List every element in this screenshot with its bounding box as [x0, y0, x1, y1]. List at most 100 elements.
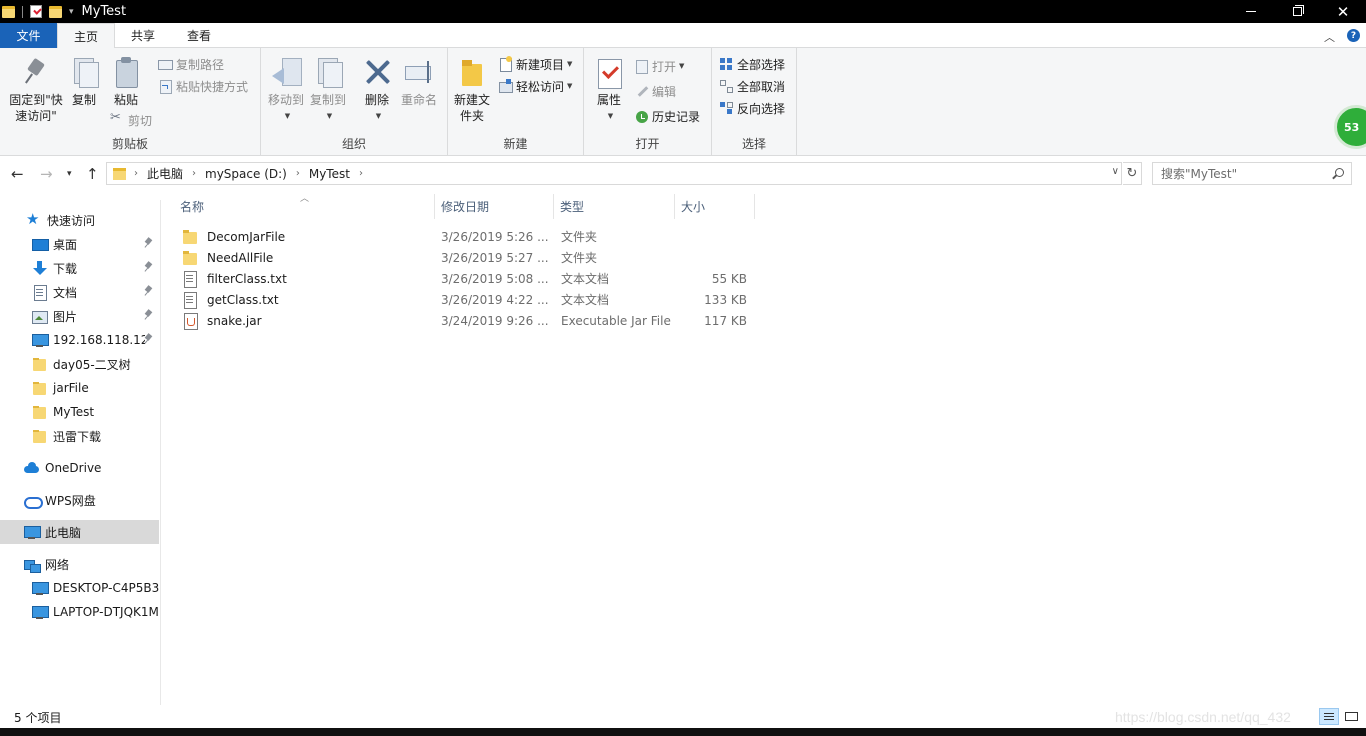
copy-to-button[interactable]: 复制到 ▼: [308, 56, 348, 124]
collapse-ribbon-chevron-icon[interactable]: ︿: [1324, 29, 1335, 45]
table-row[interactable]: getClass.txt 3/26/2019 4:22 ... 文本文档 133…: [176, 289, 756, 310]
nav-quick-access[interactable]: 快速访问: [0, 208, 159, 232]
paste-label: 粘贴: [113, 93, 138, 107]
breadcrumb-separator-icon[interactable]: ›: [134, 168, 138, 179]
breadcrumb-separator-icon[interactable]: ›: [192, 168, 196, 179]
copy-path-icon: [158, 57, 173, 71]
refresh-button[interactable]: ↻: [1123, 162, 1142, 185]
details-view-icon[interactable]: [1319, 708, 1339, 725]
breadcrumb-separator-icon[interactable]: ›: [359, 168, 363, 179]
table-row[interactable]: NeedAllFile 3/26/2019 5:27 ... 文件夹: [176, 247, 756, 268]
properties-icon: [593, 56, 625, 89]
nav-this-pc[interactable]: 此电脑: [0, 520, 159, 544]
tab-file[interactable]: 文件: [0, 23, 57, 48]
select-none-button[interactable]: 全部取消: [719, 76, 785, 96]
table-row[interactable]: filterClass.txt 3/26/2019 5:08 ... 文本文档 …: [176, 268, 756, 289]
breadcrumb-this-pc[interactable]: 此电脑: [147, 165, 183, 182]
nav-item-pictures[interactable]: 图片: [0, 304, 159, 328]
copy-button[interactable]: 复制: [68, 56, 100, 108]
cut-button[interactable]: 剪切: [110, 110, 152, 130]
column-header-name[interactable]: 名称: [174, 194, 435, 219]
nav-item-jarfile[interactable]: jarFile: [0, 376, 159, 400]
select-all-button[interactable]: 全部选择: [719, 54, 785, 74]
column-header-label: 类型: [560, 200, 585, 214]
new-folder-icon[interactable]: [49, 5, 63, 19]
history-button[interactable]: 历史记录: [634, 106, 700, 126]
move-to-button[interactable]: 移动到 ▼: [266, 56, 306, 124]
help-icon[interactable]: ?: [1347, 29, 1360, 42]
delete-label: 删除: [364, 93, 389, 107]
forward-arrow-icon[interactable]: →: [40, 165, 53, 183]
delete-button[interactable]: 删除 ▼: [361, 56, 393, 124]
new-item-button[interactable]: 新建项目 ▼: [498, 54, 572, 74]
edit-button[interactable]: 编辑: [634, 81, 676, 101]
nav-network[interactable]: 网络: [0, 552, 159, 576]
paste-shortcut-button[interactable]: 粘贴快捷方式: [158, 76, 248, 96]
nav-wps[interactable]: WPS网盘: [0, 488, 159, 512]
customize-toolbar-chevron-icon[interactable]: ▾: [69, 7, 74, 17]
cloud-icon: [24, 461, 39, 476]
column-header-type[interactable]: 类型: [554, 194, 675, 219]
chevron-down-icon: ▼: [284, 112, 291, 120]
paste-button[interactable]: 粘贴: [110, 56, 142, 108]
file-explorer-window: ▾ MyTest ✕ 文件 主页 共享 查看 ︿ ? 固定到"快速访问" 复制: [0, 0, 1366, 736]
table-row[interactable]: snake.jar 3/24/2019 9:26 ... Executable …: [176, 310, 756, 331]
computer-icon: [32, 605, 49, 620]
floating-badge[interactable]: 53: [1334, 105, 1366, 149]
nav-network-laptop[interactable]: LAPTOP-DTJQK1M: [0, 600, 159, 624]
nav-item-day05[interactable]: day05-二叉树: [0, 352, 159, 376]
close-button[interactable]: ✕: [1320, 0, 1366, 23]
chevron-down-icon: ▼: [375, 112, 382, 120]
tab-share[interactable]: 共享: [115, 23, 171, 48]
file-type: 文本文档: [561, 272, 610, 286]
invert-selection-button[interactable]: 反向选择: [719, 98, 785, 118]
back-arrow-icon[interactable]: ←: [11, 165, 24, 183]
ribbon-controls: ︿ ?: [1324, 29, 1360, 45]
file-type: 文本文档: [561, 293, 610, 307]
copy-path-button[interactable]: 复制路径: [158, 54, 224, 74]
copy-icon: [68, 56, 100, 88]
large-icons-view-icon[interactable]: [1341, 708, 1361, 725]
column-header-date[interactable]: 修改日期: [435, 194, 554, 219]
group-organize: 移动到 ▼ 复制到 ▼ 删除 ▼ 重命名 组织: [261, 48, 448, 156]
pin-quick-access-button[interactable]: 固定到"快速访问": [4, 56, 68, 124]
copy-path-label: 复制路径: [176, 57, 225, 72]
desktop-icon: [32, 237, 49, 252]
nav-onedrive[interactable]: OneDrive: [0, 456, 159, 480]
properties-button[interactable]: 属性 ▼: [592, 56, 626, 124]
breadcrumb-mytest[interactable]: MyTest: [309, 167, 350, 181]
search-input[interactable]: 搜索"MyTest": [1152, 162, 1352, 185]
nav-network-desktop[interactable]: DESKTOP-C4P5B3I: [0, 576, 159, 600]
breadcrumb-separator-icon[interactable]: ›: [296, 168, 300, 179]
minimize-button[interactable]: [1228, 0, 1274, 23]
breadcrumb-drive-d[interactable]: mySpace (D:): [205, 167, 287, 181]
nav-item-mytest[interactable]: MyTest: [0, 400, 159, 424]
column-header-size[interactable]: 大小: [675, 194, 755, 219]
recent-locations-chevron-icon[interactable]: ▾: [67, 169, 72, 179]
tab-view[interactable]: 查看: [171, 23, 227, 48]
tab-home[interactable]: 主页: [57, 23, 116, 49]
new-folder-button[interactable]: 新建文件夹: [452, 56, 492, 124]
ribbon-tabs: 文件 主页 共享 查看: [0, 23, 1366, 49]
chevron-down-icon: ▼: [567, 82, 573, 90]
table-row[interactable]: DecomJarFile 3/26/2019 5:26 ... 文件夹: [176, 226, 756, 247]
address-dropdown-chevron-icon[interactable]: ∨: [1112, 166, 1119, 177]
file-date: 3/26/2019 5:26 ...: [441, 229, 549, 244]
file-size: 55 KB: [711, 271, 747, 286]
nav-item-label: 桌面: [53, 237, 78, 252]
computer-icon: [24, 525, 41, 540]
open-button[interactable]: 打开 ▼: [634, 56, 684, 76]
nav-item-downloads[interactable]: 下载: [0, 256, 159, 280]
rename-button[interactable]: 重命名: [399, 56, 439, 108]
ribbon-home: 固定到"快速访问" 复制 粘贴 复制路径 粘贴快捷方式 剪切 剪: [0, 48, 1366, 156]
nav-item-documents[interactable]: 文档: [0, 280, 159, 304]
nav-item-desktop[interactable]: 桌面: [0, 232, 159, 256]
restore-button[interactable]: [1274, 0, 1320, 23]
nav-item-network-drive[interactable]: 192.168.118.128: [0, 328, 159, 352]
up-arrow-icon[interactable]: ↑: [86, 165, 99, 183]
easy-access-button[interactable]: 轻松访问 ▼: [498, 76, 572, 96]
nav-item-thunder[interactable]: 迅雷下载: [0, 424, 159, 448]
nav-item-label: DESKTOP-C4P5B3I: [53, 581, 159, 595]
address-bar[interactable]: › 此电脑 › mySpace (D:) › MyTest › ∨: [106, 162, 1122, 185]
properties-icon[interactable]: [29, 4, 43, 19]
